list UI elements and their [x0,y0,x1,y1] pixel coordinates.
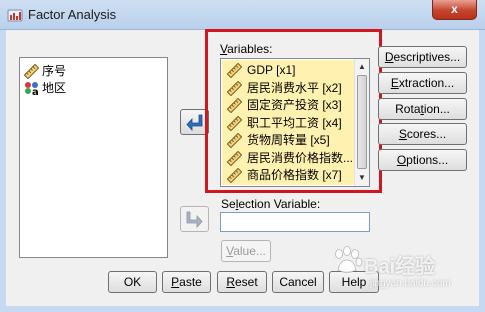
value-button[interactable]: Value... [221,240,271,262]
selection-variable-field[interactable] [220,212,370,232]
spss-app-icon [7,9,23,22]
source-variable-list[interactable]: 序号 a 地区 [19,57,168,258]
rotation-button[interactable]: Rotation... [378,98,467,120]
descriptives-button[interactable]: Descriptives... [378,46,467,68]
close-icon: x [451,2,458,16]
window-title: Factor Analysis [28,7,117,22]
arrow-curved-left-icon [186,114,203,132]
svg-text:a: a [32,87,39,96]
nominal-variable-icon: a [25,82,39,96]
list-item-label: 序号 [42,64,67,78]
extraction-button[interactable]: Extraction... [378,72,467,94]
baidu-watermark: Bai经验 jingyan.baidu.com [330,244,480,304]
paste-button[interactable]: Paste [162,271,211,293]
title-bar: Factor Analysis x [0,0,485,30]
watermark-url: jingyan.baidu.com [370,278,451,289]
cancel-button[interactable]: Cancel [272,271,324,293]
ok-button[interactable]: OK [108,271,157,293]
list-item[interactable]: a 地区 [24,80,164,97]
arrow-curved-right-icon [186,211,203,229]
selection-variable-label: Selection Variable: [221,197,321,211]
highlight-annotation [205,29,382,193]
move-to-selection-button[interactable] [180,206,209,232]
watermark-text: Bai经验 [364,256,436,278]
list-item-label: 地区 [42,81,67,95]
reset-button[interactable]: Reset [217,271,267,293]
scores-button[interactable]: Scores... [378,123,467,145]
options-button[interactable]: Options... [378,149,467,171]
scale-ruler-icon [24,64,39,79]
list-item[interactable]: 序号 [24,63,164,80]
close-button[interactable]: x [432,0,477,20]
paw-logo-icon [335,246,363,273]
